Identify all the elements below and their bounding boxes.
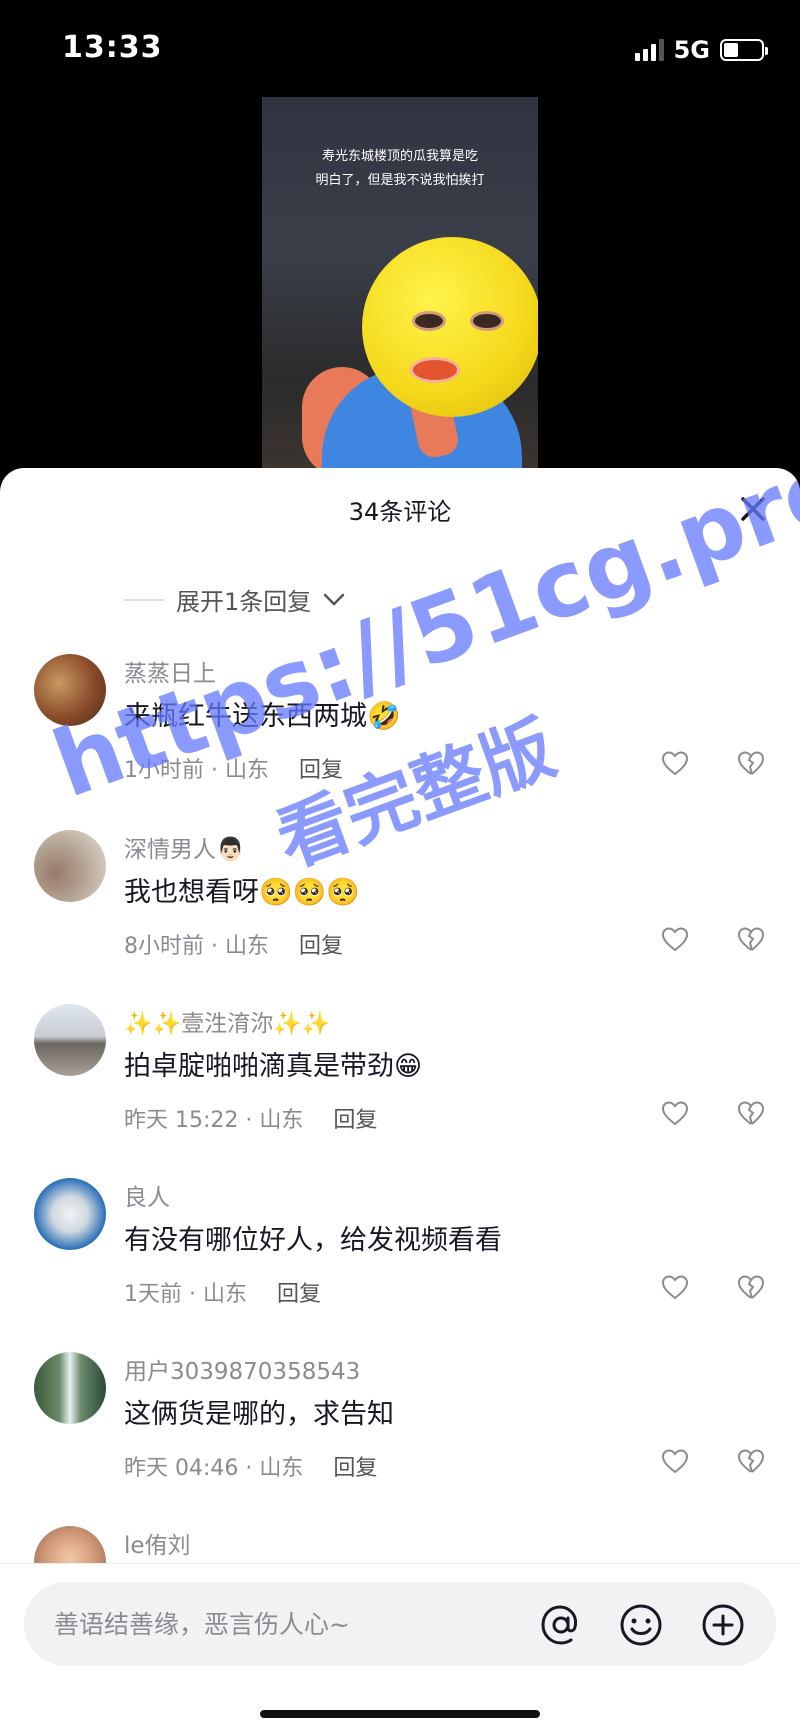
comment-text: 这俩货是哪的，求告知	[124, 1399, 394, 1430]
expand-replies-button[interactable]: 展开1条回复	[124, 582, 345, 617]
comment-count-title: 34条评论	[348, 498, 452, 526]
reply-button[interactable]: 回复	[299, 752, 343, 784]
reply-button[interactable]: 回复	[333, 1102, 377, 1134]
battery-icon	[720, 39, 768, 61]
home-indicator	[260, 1710, 540, 1718]
comment-item: 深情男人👨🏻 我也想看呀🥺🥺🥺 8小时前 · 山东 回复	[0, 830, 800, 1000]
close-icon[interactable]	[738, 494, 768, 524]
comment-meta: 1天前 · 山东 回复	[124, 1276, 321, 1308]
signal-icon	[634, 39, 664, 61]
reply-button[interactable]: 回复	[277, 1276, 321, 1308]
heart-icon[interactable]	[660, 1272, 690, 1302]
comment-time-location: 昨天 04:46 · 山东	[124, 1456, 304, 1481]
comment-username[interactable]: 用户3039870358543	[124, 1352, 360, 1386]
comment-input-bar	[0, 1563, 800, 1733]
comment-username[interactable]: 深情男人👨🏻	[124, 830, 245, 864]
comment-sheet: 34条评论 展开1条回复 蒸蒸日上 来瓶红牛送东西两城🤣 1小时前 · 山东 回…	[0, 468, 800, 1733]
status-bar: 13:33 5G	[0, 0, 800, 100]
avatar[interactable]	[34, 654, 106, 726]
comment-item: 良人 有没有哪位好人，给发视频看看 1天前 · 山东 回复	[0, 1178, 800, 1348]
comment-meta: 昨天 04:46 · 山东 回复	[124, 1450, 377, 1482]
at-mention-icon[interactable]	[538, 1602, 584, 1648]
divider	[124, 598, 164, 601]
broken-heart-icon[interactable]	[736, 1098, 766, 1128]
comment-meta: 1小时前 · 山东 回复	[124, 752, 343, 784]
broken-heart-icon[interactable]	[736, 748, 766, 778]
heart-icon[interactable]	[660, 748, 690, 778]
reply-button[interactable]: 回复	[333, 1450, 377, 1482]
comment-text: 拍卓腚啪啪滴真是带劲😁	[124, 1051, 423, 1082]
character-mouth	[410, 357, 460, 383]
comment-meta: 昨天 15:22 · 山东 回复	[124, 1102, 377, 1134]
comment-username[interactable]: 良人	[124, 1178, 170, 1212]
comment-meta: 8小时前 · 山东 回复	[124, 928, 343, 960]
comment-time-location: 昨天 15:22 · 山东	[124, 1108, 304, 1133]
expand-replies-label: 展开1条回复	[176, 588, 312, 616]
video-caption-line1: 寿光东城楼顶的瓜我算是吃	[321, 149, 478, 164]
comment-input[interactable]	[54, 1604, 494, 1644]
network-type: 5G	[673, 36, 710, 64]
comment-text: 有没有哪位好人，给发视频看看	[124, 1225, 502, 1256]
comment-text: 来瓶红牛送东西两城🤣	[124, 701, 401, 732]
heart-icon[interactable]	[660, 1446, 690, 1476]
broken-heart-icon[interactable]	[736, 1272, 766, 1302]
comment-username[interactable]: 蒸蒸日上	[124, 654, 216, 688]
comment-item: ✨✨壹泩淯沵✨✨ 拍卓腚啪啪滴真是带劲😁 昨天 15:22 · 山东 回复	[0, 1004, 800, 1174]
broken-heart-icon[interactable]	[736, 924, 766, 954]
character-head	[362, 237, 538, 417]
comment-time-location: 1小时前 · 山东	[124, 758, 269, 783]
comment-time-location: 1天前 · 山东	[124, 1282, 247, 1307]
chevron-down-icon	[324, 593, 345, 606]
add-icon[interactable]	[700, 1602, 746, 1648]
comment-username[interactable]: ✨✨壹泩淯沵✨✨	[124, 1004, 331, 1038]
video-caption: 寿光东城楼顶的瓜我算是吃 明白了，但是我不说我怕挨打	[262, 145, 538, 193]
comment-input-container	[24, 1582, 776, 1666]
heart-icon[interactable]	[660, 1098, 690, 1128]
broken-heart-icon[interactable]	[736, 1446, 766, 1476]
character-eye-right	[470, 311, 504, 331]
status-time: 13:33	[62, 30, 163, 65]
avatar[interactable]	[34, 830, 106, 902]
avatar[interactable]	[34, 1352, 106, 1424]
character-eye-left	[412, 311, 446, 331]
avatar[interactable]	[34, 1178, 106, 1250]
emoji-icon[interactable]	[618, 1602, 664, 1648]
heart-icon[interactable]	[660, 924, 690, 954]
comment-text: 我也想看呀🥺🥺🥺	[124, 877, 360, 908]
comment-item: 蒸蒸日上 来瓶红牛送东西两城🤣 1小时前 · 山东 回复	[0, 654, 800, 824]
reply-button[interactable]: 回复	[299, 928, 343, 960]
comment-username[interactable]: le侑刘	[124, 1526, 191, 1560]
avatar[interactable]	[34, 1004, 106, 1076]
comment-time-location: 8小时前 · 山东	[124, 934, 269, 959]
video-caption-line2: 明白了，但是我不说我怕挨打	[315, 173, 485, 188]
video-preview[interactable]: 寿光东城楼顶的瓜我算是吃 明白了，但是我不说我怕挨打	[262, 97, 538, 477]
comment-item: 用户3039870358543 这俩货是哪的，求告知 昨天 04:46 · 山东…	[0, 1352, 800, 1522]
sheet-header: 34条评论	[0, 468, 800, 548]
status-indicators: 5G	[634, 36, 768, 64]
